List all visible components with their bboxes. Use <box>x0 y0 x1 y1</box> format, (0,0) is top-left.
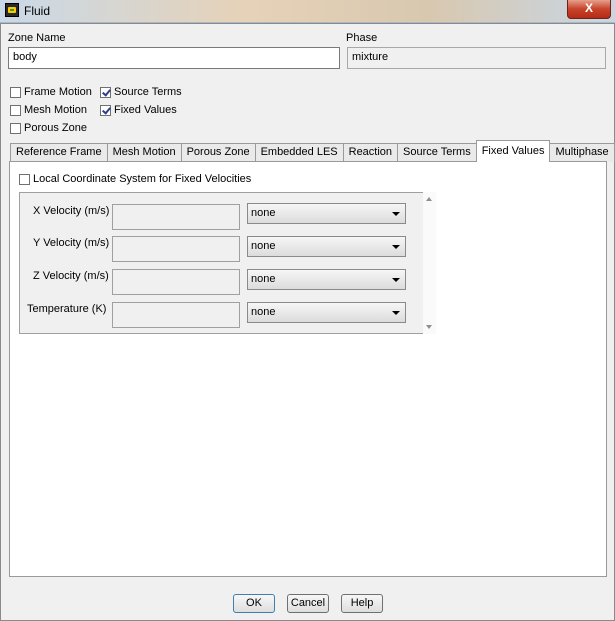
tab-embedded-les[interactable]: Embedded LES <box>254 143 344 162</box>
source-terms-label: Source Terms <box>114 86 182 98</box>
dropdown-arrow-icon <box>392 212 400 216</box>
phase-label: Phase <box>346 32 378 44</box>
cancel-button[interactable]: Cancel <box>287 594 329 613</box>
zone-name-input[interactable]: body <box>8 47 340 69</box>
fixed-values-label: Fixed Values <box>114 104 177 116</box>
tab-mesh-motion[interactable]: Mesh Motion <box>106 143 182 162</box>
scroll-up-icon[interactable] <box>426 197 432 201</box>
temperature-label: Temperature (K) <box>27 303 107 315</box>
y-velocity-profile-select[interactable]: none <box>247 236 406 257</box>
y-velocity-label: Y Velocity (m/s) <box>33 237 110 249</box>
window-title: Fluid <box>24 4 51 18</box>
tab-bar: Reference Frame Mesh Motion Porous Zone … <box>10 140 615 162</box>
close-window-button[interactable]: X <box>567 0 611 19</box>
x-velocity-input[interactable] <box>112 204 240 230</box>
y-velocity-input[interactable] <box>112 236 240 262</box>
checkbox-box[interactable] <box>100 104 111 116</box>
zone-name-label: Zone Name <box>8 32 66 44</box>
title-bar[interactable]: Fluid X <box>0 0 615 23</box>
tab-source-terms[interactable]: Source Terms <box>397 143 477 162</box>
fluent-app-icon <box>5 3 19 17</box>
temperature-profile-select[interactable]: none <box>247 302 406 323</box>
tab-multiphase[interactable]: Multiphase <box>549 143 615 162</box>
select-value: none <box>251 306 276 318</box>
mesh-motion-label: Mesh Motion <box>24 104 87 116</box>
fixed-values-panel: Local Coordinate System for Fixed Veloci… <box>9 161 607 577</box>
frame-motion-label: Frame Motion <box>24 86 92 98</box>
x-velocity-profile-select[interactable]: none <box>247 203 406 224</box>
dialog-body: Zone Name body Phase mixture Frame Motio… <box>0 23 615 621</box>
checkbox-box[interactable] <box>19 173 30 185</box>
tab-fixed-values[interactable]: Fixed Values <box>475 140 551 162</box>
local-coordinate-checkbox[interactable]: Local Coordinate System for Fixed Veloci… <box>19 172 251 186</box>
fixed-values-grid: X Velocity (m/s) none Y Velocity (m/s) n… <box>19 192 427 334</box>
help-button[interactable]: Help <box>341 594 383 613</box>
checkbox-box[interactable] <box>10 86 21 98</box>
frame-motion-checkbox[interactable]: Frame Motion <box>10 85 92 99</box>
checkbox-box[interactable] <box>100 86 111 98</box>
z-velocity-profile-select[interactable]: none <box>247 269 406 290</box>
dropdown-arrow-icon <box>392 278 400 282</box>
select-value: none <box>251 207 276 219</box>
fixed-values-checkbox[interactable]: Fixed Values <box>100 103 177 117</box>
z-velocity-label: Z Velocity (m/s) <box>33 270 109 282</box>
checkbox-box[interactable] <box>10 122 21 134</box>
dropdown-arrow-icon <box>392 245 400 249</box>
temperature-input[interactable] <box>112 302 240 328</box>
source-terms-checkbox[interactable]: Source Terms <box>100 85 182 99</box>
z-velocity-input[interactable] <box>112 269 240 295</box>
porous-zone-label: Porous Zone <box>24 122 87 134</box>
porous-zone-checkbox[interactable]: Porous Zone <box>10 121 87 135</box>
tab-reference-frame[interactable]: Reference Frame <box>10 143 108 162</box>
x-velocity-label: X Velocity (m/s) <box>33 205 110 217</box>
scroll-down-icon[interactable] <box>426 325 432 329</box>
dropdown-arrow-icon <box>392 311 400 315</box>
vertical-scrollbar[interactable] <box>423 192 436 334</box>
checkbox-box[interactable] <box>10 104 21 116</box>
phase-field: mixture <box>347 47 606 69</box>
tab-reaction[interactable]: Reaction <box>342 143 399 162</box>
ok-button[interactable]: OK <box>233 594 275 613</box>
local-coordinate-label: Local Coordinate System for Fixed Veloci… <box>33 173 252 185</box>
select-value: none <box>251 240 276 252</box>
select-value: none <box>251 273 276 285</box>
tab-porous-zone[interactable]: Porous Zone <box>180 143 256 162</box>
mesh-motion-checkbox[interactable]: Mesh Motion <box>10 103 87 117</box>
